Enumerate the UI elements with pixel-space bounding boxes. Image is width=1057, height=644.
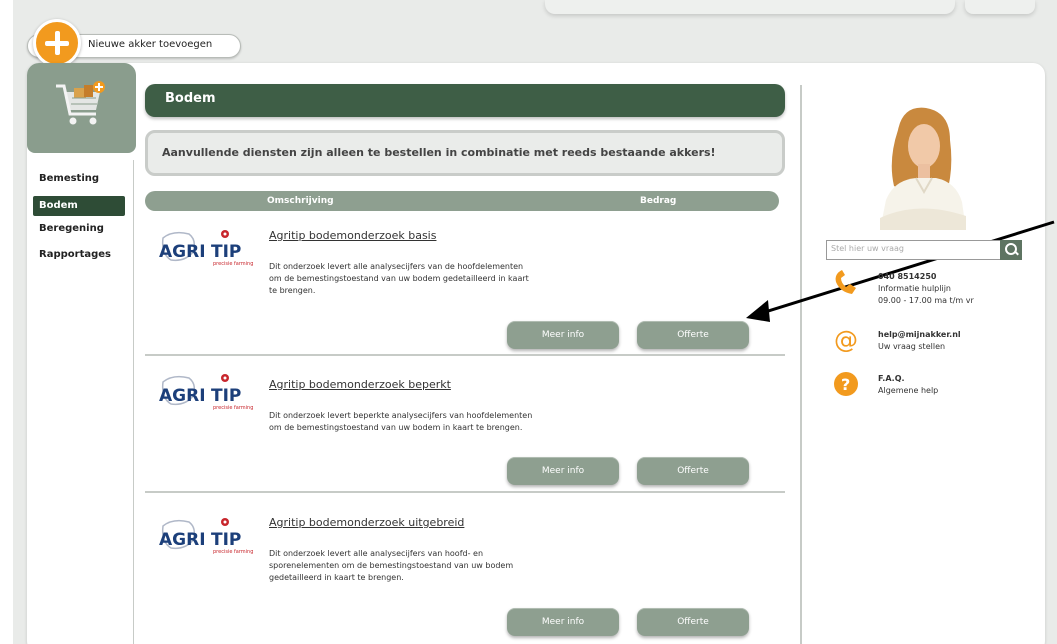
phone-line-1: Informatie hulplijn <box>878 284 951 293</box>
email-address[interactable]: help@mijnakker.nl <box>878 330 961 339</box>
product-description: Dit onderzoek levert beperkte analysecij… <box>269 411 533 432</box>
top-navigation-extra <box>965 0 1035 14</box>
row-divider <box>145 354 785 356</box>
product-title[interactable]: Agritip bodemonderzoek beperkt <box>269 378 451 391</box>
top-navigation-bar <box>545 0 955 14</box>
product-description: Dit onderzoek levert alle analysecijfers… <box>269 262 529 295</box>
more-info-button[interactable]: Meer info <box>507 321 619 349</box>
phone-number: 040 8514250 <box>878 272 937 281</box>
sidebar-divider <box>133 160 134 644</box>
logo-text-accent: TIP <box>211 386 241 406</box>
logo-text: AGRI <box>159 530 206 550</box>
product-row: AGRI TIP precisie farming Agritip bodemo… <box>145 358 785 498</box>
column-header-description: Omschrijving <box>267 196 334 206</box>
email-line-1: Uw vraag stellen <box>878 342 946 351</box>
plus-icon[interactable] <box>33 19 81 67</box>
svg-text:?: ? <box>841 375 850 394</box>
sidebar-item-bodem[interactable]: Bodem <box>33 196 125 216</box>
quote-button[interactable]: Offerte <box>637 608 749 636</box>
logo-text-accent: TIP <box>211 530 241 550</box>
product-row: AGRI TIP precisie farming Agritip bodemo… <box>145 496 785 636</box>
more-info-button[interactable]: Meer info <box>507 457 619 485</box>
phone-line-2: 09.00 - 17.00 ma t/m vr <box>878 296 974 305</box>
logo-tagline: precisie farming <box>213 405 253 411</box>
product-description: Dit onderzoek levert alle analysecijfers… <box>269 549 514 582</box>
shopping-cart-icon <box>56 81 105 125</box>
question-icon: ? <box>834 372 858 396</box>
column-header-amount: Bedrag <box>640 196 677 206</box>
add-field-label[interactable]: Nieuwe akker toevoegen <box>88 39 212 50</box>
at-sign-icon: @ <box>834 326 858 354</box>
svg-text:@: @ <box>834 326 858 354</box>
notice-text: Aanvullende diensten zijn alleen te best… <box>162 146 716 159</box>
phone-icon <box>835 270 856 294</box>
product-title[interactable]: Agritip bodemonderzoek uitgebreid <box>269 516 464 529</box>
sidebar-nav: Bemesting Bodem Beregening Rapportages <box>33 170 133 272</box>
row-divider <box>145 491 785 493</box>
agritip-logo: AGRI TIP precisie farming <box>159 518 253 555</box>
table-header <box>145 191 779 211</box>
page-title-bar <box>145 84 785 117</box>
more-info-button[interactable]: Meer info <box>507 608 619 636</box>
help-divider <box>800 85 802 644</box>
logo-tagline: precisie farming <box>213 261 253 267</box>
logo-text-accent: TIP <box>211 242 241 262</box>
sidebar-item-beregening[interactable]: Beregening <box>33 220 133 242</box>
faq-title[interactable]: F.A.Q. <box>878 374 905 383</box>
logo-text: AGRI <box>159 386 206 406</box>
sidebar-item-bemesting[interactable]: Bemesting <box>33 170 133 192</box>
search-icon[interactable] <box>1000 240 1022 260</box>
agritip-logo: AGRI TIP precisie farming <box>159 374 253 411</box>
quote-button[interactable]: Offerte <box>637 321 749 349</box>
product-title[interactable]: Agritip bodemonderzoek basis <box>269 229 436 242</box>
help-search-input[interactable]: Stel hier uw vraag <box>826 240 1006 260</box>
quote-button[interactable]: Offerte <box>637 457 749 485</box>
helpdesk-avatar <box>880 107 966 230</box>
agritip-logo: AGRI TIP precisie farming <box>159 230 253 267</box>
logo-tagline: precisie farming <box>213 549 253 555</box>
product-row: AGRI TIP precisie farming Agritip bodemo… <box>145 220 785 360</box>
logo-text: AGRI <box>159 242 206 262</box>
sidebar-item-rapportages[interactable]: Rapportages <box>33 246 133 268</box>
faq-line-1: Algemene help <box>878 386 939 395</box>
page-title: Bodem <box>165 91 216 106</box>
